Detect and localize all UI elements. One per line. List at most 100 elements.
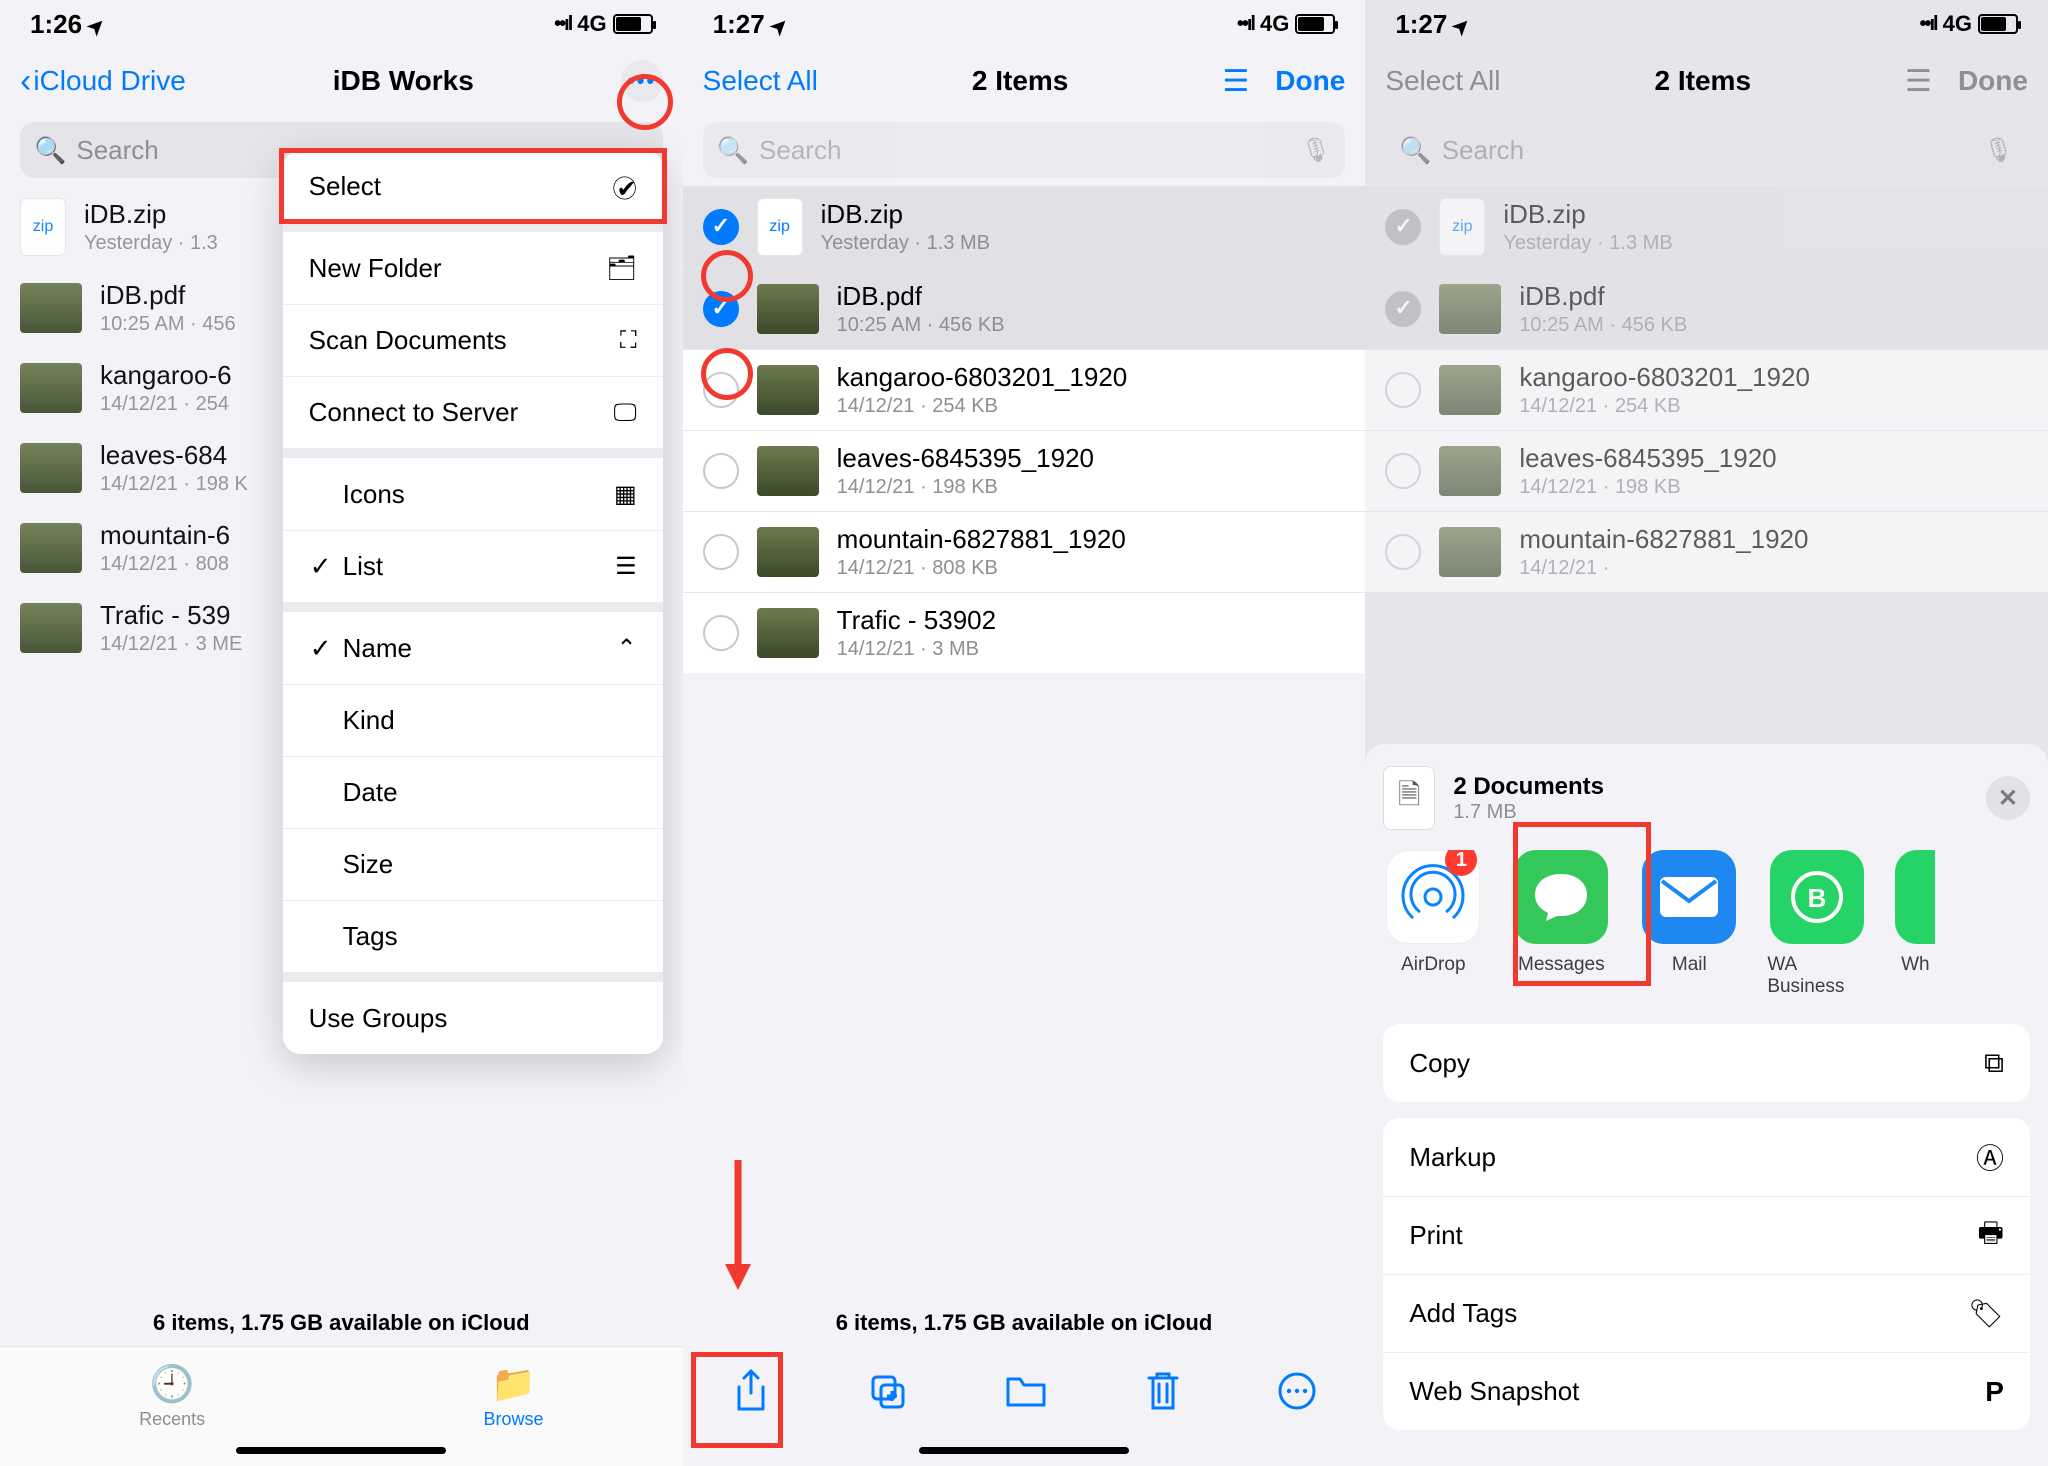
selection-checkbox[interactable] bbox=[703, 372, 739, 408]
file-row[interactable]: iDB.pdf10:25 AM · 456 KB bbox=[683, 268, 1366, 349]
location-icon bbox=[82, 9, 105, 39]
search-icon: 🔍 bbox=[34, 135, 66, 166]
file-name: mountain-6827881_1920 bbox=[1519, 524, 1808, 555]
clock: 1:26 bbox=[30, 9, 82, 39]
file-name: kangaroo-6 bbox=[100, 360, 232, 391]
file-meta: 14/12/21 · 3 MB bbox=[837, 638, 996, 661]
back-button[interactable]: ‹iCloud Drive bbox=[20, 62, 186, 101]
menu-new-folder[interactable]: New Folder🗂︎ bbox=[283, 232, 663, 304]
file-name: iDB.pdf bbox=[1519, 281, 1687, 312]
zip-file-icon: zip bbox=[1439, 198, 1485, 256]
file-row[interactable]: Trafic - 5390214/12/21 · 3 MB bbox=[683, 592, 1366, 673]
file-meta: 14/12/21 · 254 KB bbox=[1519, 395, 1810, 418]
menu-view-icons[interactable]: Icons▦ bbox=[283, 458, 663, 530]
scan-icon: ⛶ bbox=[620, 327, 637, 355]
menu-connect-server[interactable]: Connect to Server🖵 bbox=[283, 376, 663, 448]
more-button[interactable] bbox=[1277, 1371, 1317, 1421]
list-toggle-button: ☰ bbox=[1905, 64, 1932, 99]
image-thumbnail bbox=[1439, 365, 1501, 415]
file-row: mountain-6827881_192014/12/21 · bbox=[1365, 511, 2048, 592]
file-name: kangaroo-6803201_1920 bbox=[837, 362, 1128, 393]
close-button[interactable]: ✕ bbox=[1986, 776, 2030, 820]
file-row[interactable]: zipiDB.zipYesterday · 1.3 MB bbox=[683, 186, 1366, 268]
file-name: leaves-6845395_1920 bbox=[837, 443, 1094, 474]
copy-icon: ⧉ bbox=[1984, 1047, 2004, 1080]
selection-checkbox bbox=[1385, 372, 1421, 408]
file-meta: 10:25 AM · 456 bbox=[100, 313, 236, 336]
share-app-wa-business[interactable]: B WA Business bbox=[1767, 850, 1867, 998]
file-row[interactable]: mountain-6827881_192014/12/21 · 808 KB bbox=[683, 511, 1366, 592]
share-app-airdrop[interactable]: 1 AirDrop bbox=[1383, 850, 1483, 998]
print-icon: 🖶 bbox=[1978, 1212, 2004, 1260]
file-row[interactable]: kangaroo-6803201_192014/12/21 · 254 KB bbox=[683, 349, 1366, 430]
search-field: 🔍 Search 🎙 bbox=[1385, 122, 2028, 178]
menu-use-groups[interactable]: Use Groups bbox=[283, 982, 663, 1054]
file-meta: 14/12/21 · 808 bbox=[100, 553, 230, 576]
file-meta: 14/12/21 · 198 K bbox=[100, 473, 248, 496]
chevron-up-icon: ⌃ bbox=[617, 634, 637, 663]
menu-sort-tags[interactable]: Tags bbox=[283, 900, 663, 972]
share-app-messages[interactable]: Messages bbox=[1511, 850, 1611, 998]
action-copy[interactable]: Copy⧉ bbox=[1383, 1024, 2030, 1102]
file-name: kangaroo-6803201_1920 bbox=[1519, 362, 1810, 393]
file-meta: Yesterday · 1.3 bbox=[84, 232, 218, 255]
file-meta: 14/12/21 · 254 bbox=[100, 393, 232, 416]
home-indicator[interactable] bbox=[919, 1447, 1129, 1454]
menu-view-list[interactable]: ✓List☰ bbox=[283, 530, 663, 602]
share-app-mail[interactable]: Mail bbox=[1639, 850, 1739, 998]
chevron-left-icon: ‹ bbox=[20, 62, 31, 101]
share-actions: MarkupⒶ Print🖶 Add Tags🏷︎ Web SnapshotP bbox=[1383, 1118, 2030, 1430]
mic-icon: 🎙 bbox=[1984, 136, 2014, 165]
image-thumbnail bbox=[757, 608, 819, 658]
search-icon: 🔍 bbox=[717, 135, 749, 166]
action-web-snapshot[interactable]: Web SnapshotP bbox=[1383, 1352, 2030, 1430]
action-markup[interactable]: MarkupⒶ bbox=[1383, 1118, 2030, 1196]
mic-icon[interactable]: 🎙 bbox=[1301, 136, 1331, 165]
action-print[interactable]: Print🖶 bbox=[1383, 1196, 2030, 1274]
done-button[interactable]: Done bbox=[1275, 65, 1345, 97]
selection-checkbox[interactable] bbox=[703, 291, 739, 327]
file-meta: 14/12/21 · bbox=[1519, 557, 1808, 580]
menu-scan-documents[interactable]: Scan Documents⛶ bbox=[283, 304, 663, 376]
duplicate-button[interactable] bbox=[867, 1371, 907, 1421]
share-button[interactable] bbox=[731, 1369, 771, 1423]
menu-sort-name[interactable]: ✓Name⌃ bbox=[283, 612, 663, 684]
image-thumbnail bbox=[1439, 284, 1501, 334]
image-thumbnail bbox=[20, 603, 82, 653]
file-list: zipiDB.zipYesterday · 1.3 MBiDB.pdf10:25… bbox=[683, 186, 1366, 673]
tab-browse[interactable]: 📁Browse bbox=[483, 1363, 543, 1430]
share-apps-row[interactable]: 1 AirDrop Messages Mail B WA Business Wh bbox=[1383, 850, 2030, 998]
tab-recents[interactable]: 🕘Recents bbox=[139, 1363, 205, 1430]
list-toggle-button[interactable]: ☰ bbox=[1222, 64, 1249, 99]
search-field[interactable]: 🔍 Search 🎙 bbox=[703, 122, 1346, 178]
action-add-tags[interactable]: Add Tags🏷︎ bbox=[1383, 1274, 2030, 1352]
file-meta: Yesterday · 1.3 MB bbox=[1503, 232, 1672, 255]
selection-checkbox[interactable] bbox=[703, 534, 739, 570]
menu-sort-date[interactable]: Date bbox=[283, 756, 663, 828]
done-button: Done bbox=[1958, 65, 2028, 97]
more-button[interactable]: ••• bbox=[621, 60, 663, 102]
menu-select[interactable]: Select✔︎⃝ bbox=[283, 150, 663, 222]
image-thumbnail bbox=[757, 527, 819, 577]
folder-icon: 📁 bbox=[491, 1363, 536, 1405]
context-menu: Select✔︎⃝ New Folder🗂︎ Scan Documents⛶ C… bbox=[283, 150, 663, 1054]
move-button[interactable] bbox=[1004, 1373, 1048, 1419]
selection-checkbox[interactable] bbox=[703, 615, 739, 651]
clock: 1:27 bbox=[713, 9, 765, 39]
selection-checkbox[interactable] bbox=[703, 453, 739, 489]
file-meta: 14/12/21 · 254 KB bbox=[837, 395, 1128, 418]
signal-icon: ••ıl bbox=[1237, 13, 1254, 36]
file-meta: 14/12/21 · 198 KB bbox=[1519, 476, 1776, 499]
delete-button[interactable] bbox=[1145, 1370, 1181, 1422]
image-thumbnail bbox=[20, 523, 82, 573]
search-placeholder: Search bbox=[1442, 135, 1524, 166]
file-name: Trafic - 539 bbox=[100, 600, 242, 631]
menu-sort-size[interactable]: Size bbox=[283, 828, 663, 900]
file-row: leaves-6845395_192014/12/21 · 198 KB bbox=[1365, 430, 2048, 511]
select-all-button[interactable]: Select All bbox=[703, 65, 818, 97]
home-indicator[interactable] bbox=[236, 1447, 446, 1454]
menu-sort-kind[interactable]: Kind bbox=[283, 684, 663, 756]
file-row[interactable]: leaves-6845395_192014/12/21 · 198 KB bbox=[683, 430, 1366, 511]
share-app-whatsapp[interactable]: Wh bbox=[1895, 850, 1935, 998]
selection-checkbox[interactable] bbox=[703, 209, 739, 245]
